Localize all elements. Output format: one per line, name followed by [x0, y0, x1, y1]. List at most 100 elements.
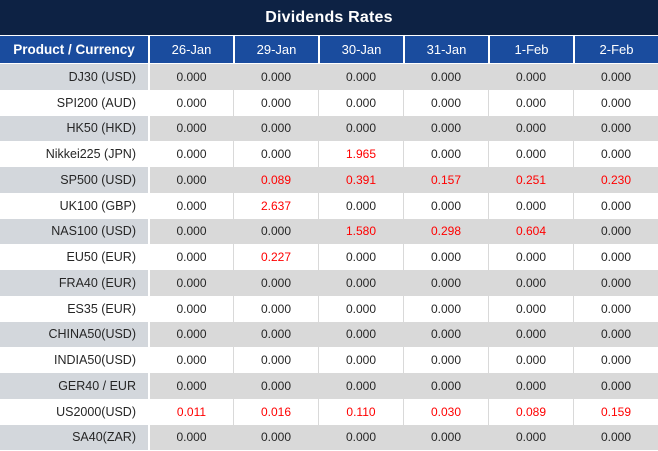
- rate-value: 0.000: [488, 64, 573, 90]
- table-row: DJ30 (USD)0.0000.0000.0000.0000.0000.000: [0, 64, 658, 90]
- rate-value: 0.604: [488, 219, 573, 245]
- rate-value: 0.157: [403, 167, 488, 193]
- rate-value: 0.000: [488, 193, 573, 219]
- rate-value: 0.000: [403, 141, 488, 167]
- rate-value: 0.000: [148, 90, 233, 116]
- rate-value: 0.000: [233, 219, 318, 245]
- rate-value: 0.000: [403, 425, 488, 451]
- rate-value: 0.000: [318, 90, 403, 116]
- rate-value: 0.000: [573, 322, 658, 348]
- rate-value: 0.000: [318, 373, 403, 399]
- rate-value: 0.000: [148, 116, 233, 142]
- table-row: SP500 (USD)0.0000.0890.3910.1570.2510.23…: [0, 167, 658, 193]
- rate-value: 0.000: [148, 244, 233, 270]
- rate-value: 0.000: [148, 322, 233, 348]
- rate-value: 0.000: [318, 322, 403, 348]
- rate-value: 0.000: [573, 270, 658, 296]
- rate-value: 0.000: [233, 116, 318, 142]
- rate-value: 0.000: [148, 167, 233, 193]
- rate-value: 0.251: [488, 167, 573, 193]
- rate-value: 0.000: [233, 270, 318, 296]
- table-header: Product / Currency 26-Jan 29-Jan 30-Jan …: [0, 36, 658, 64]
- rate-value: 0.030: [403, 399, 488, 425]
- rate-value: 0.000: [233, 296, 318, 322]
- column-header-26-jan: 26-Jan: [148, 36, 233, 63]
- rate-value: 0.000: [488, 425, 573, 451]
- page-title: Dividends Rates: [0, 0, 658, 36]
- column-header-2-feb: 2-Feb: [573, 36, 658, 63]
- rate-value: 0.000: [148, 193, 233, 219]
- rate-value: 0.000: [573, 64, 658, 90]
- rate-value: 0.227: [233, 244, 318, 270]
- rate-value: 0.000: [148, 141, 233, 167]
- rate-value: 0.159: [573, 399, 658, 425]
- rate-value: 0.000: [488, 141, 573, 167]
- rate-value: 0.000: [233, 373, 318, 399]
- column-header-31-jan: 31-Jan: [403, 36, 488, 63]
- rate-value: 0.000: [403, 116, 488, 142]
- table-row: GER40 / EUR0.0000.0000.0000.0000.0000.00…: [0, 373, 658, 399]
- rate-value: 0.000: [403, 193, 488, 219]
- rate-value: 0.000: [403, 270, 488, 296]
- rate-value: 0.000: [403, 322, 488, 348]
- rate-value: 0.000: [318, 193, 403, 219]
- dividends-rates-widget: Dividends Rates Product / Currency 26-Ja…: [0, 0, 658, 451]
- rate-value: 0.000: [148, 296, 233, 322]
- rate-value: 0.000: [318, 296, 403, 322]
- rate-value: 0.000: [318, 64, 403, 90]
- table-row: US2000(USD)0.0110.0160.1100.0300.0890.15…: [0, 399, 658, 425]
- rate-value: 0.000: [488, 270, 573, 296]
- rate-value: 0.000: [148, 373, 233, 399]
- product-label: HK50 (HKD): [0, 116, 148, 142]
- column-header-product-currency: Product / Currency: [0, 36, 148, 63]
- rate-value: 0.000: [573, 141, 658, 167]
- rate-value: 0.000: [318, 116, 403, 142]
- table-row: HK50 (HKD)0.0000.0000.0000.0000.0000.000: [0, 116, 658, 142]
- rate-value: 0.000: [318, 244, 403, 270]
- rate-value: 0.000: [403, 347, 488, 373]
- rate-value: 1.580: [318, 219, 403, 245]
- product-label: DJ30 (USD): [0, 64, 148, 90]
- rate-value: 0.110: [318, 399, 403, 425]
- rate-value: 0.016: [233, 399, 318, 425]
- rate-value: 0.000: [318, 347, 403, 373]
- rate-value: 0.000: [573, 296, 658, 322]
- column-header-29-jan: 29-Jan: [233, 36, 318, 63]
- rate-value: 0.000: [233, 425, 318, 451]
- rate-value: 0.000: [148, 64, 233, 90]
- rate-value: 2.637: [233, 193, 318, 219]
- rate-value: 0.000: [488, 90, 573, 116]
- table-row: FRA40 (EUR)0.0000.0000.0000.0000.0000.00…: [0, 270, 658, 296]
- rate-value: 0.298: [403, 219, 488, 245]
- product-label: SA40(ZAR): [0, 425, 148, 451]
- rate-value: 0.000: [573, 116, 658, 142]
- rate-value: 0.000: [403, 373, 488, 399]
- rate-value: 0.391: [318, 167, 403, 193]
- product-label: FRA40 (EUR): [0, 270, 148, 296]
- rate-value: 0.000: [573, 193, 658, 219]
- column-header-30-jan: 30-Jan: [318, 36, 403, 63]
- rate-value: 0.000: [403, 296, 488, 322]
- column-header-1-feb: 1-Feb: [488, 36, 573, 63]
- product-label: Nikkei225 (JPN): [0, 141, 148, 167]
- rate-value: 0.000: [148, 270, 233, 296]
- table-row: NAS100 (USD)0.0000.0001.5800.2980.6040.0…: [0, 219, 658, 245]
- table-row: SPI200 (AUD)0.0000.0000.0000.0000.0000.0…: [0, 90, 658, 116]
- rate-value: 0.000: [148, 347, 233, 373]
- rate-value: 0.000: [573, 219, 658, 245]
- rate-value: 0.000: [403, 244, 488, 270]
- rate-value: 0.000: [573, 347, 658, 373]
- product-label: SPI200 (AUD): [0, 90, 148, 116]
- table-row: SA40(ZAR)0.0000.0000.0000.0000.0000.000: [0, 425, 658, 451]
- table-row: Nikkei225 (JPN)0.0000.0001.9650.0000.000…: [0, 141, 658, 167]
- product-label: SP500 (USD): [0, 167, 148, 193]
- rate-value: 0.000: [573, 425, 658, 451]
- rate-value: 0.000: [318, 425, 403, 451]
- rate-value: 0.000: [488, 244, 573, 270]
- rate-value: 0.000: [488, 347, 573, 373]
- table-row: CHINA50(USD)0.0000.0000.0000.0000.0000.0…: [0, 322, 658, 348]
- product-label: ES35 (EUR): [0, 296, 148, 322]
- table-row: ES35 (EUR)0.0000.0000.0000.0000.0000.000: [0, 296, 658, 322]
- table-body: DJ30 (USD)0.0000.0000.0000.0000.0000.000…: [0, 64, 658, 451]
- product-label: CHINA50(USD): [0, 322, 148, 348]
